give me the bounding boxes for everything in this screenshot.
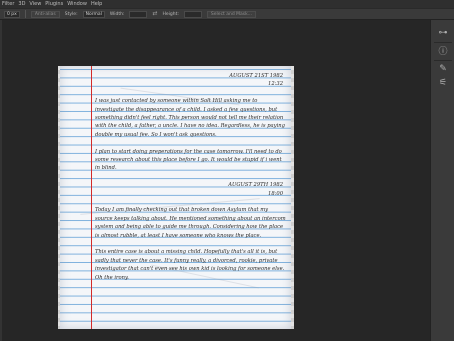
entry1-date: AUGUST 21ST 1982 (229, 73, 283, 79)
height-input[interactable] (183, 10, 202, 18)
entry2-paragraph1: Today I am finally checking out that bro… (95, 207, 286, 239)
panel-divider (434, 60, 452, 61)
style-select[interactable]: Normal (82, 10, 105, 18)
entry1-paragraph1: I was just contacted by someone within S… (95, 98, 285, 138)
menu-3d[interactable]: 3D (18, 0, 25, 8)
document-canvas[interactable]: AUGUST 21ST 1982 12:32 I was just contac… (58, 66, 294, 329)
swap-icon[interactable]: ⇄ (152, 10, 157, 18)
handwritten-note: AUGUST 21ST 1982 12:32 I was just contac… (95, 72, 287, 282)
entry2-date: AUGUST 29TH 1982 (228, 182, 283, 189)
entry2-time: 18:00 (268, 190, 283, 197)
entry1-time: 12:32 (268, 81, 283, 88)
options-bar: 0 px Anti-alias Style: Normal Width: ⇄ H… (0, 8, 454, 20)
feather-field[interactable]: 0 px (4, 10, 20, 18)
tools-panel-edge (0, 20, 2, 341)
right-panel-strip: ⊶ ⓘ ✎ ⚟ (430, 20, 454, 341)
panel-divider (434, 42, 452, 43)
menu-bar: Filter 3D View Plugins Window Help (0, 0, 454, 8)
options-divider (24, 10, 26, 18)
red-margin-line (91, 66, 92, 329)
menu-view[interactable]: View (29, 0, 41, 8)
menu-filter[interactable]: Filter (2, 0, 14, 8)
width-input[interactable] (129, 10, 148, 18)
height-label: Height: (162, 11, 179, 17)
adjustments-icon[interactable]: ⊶ (437, 28, 449, 38)
brush-settings-icon[interactable]: ⚟ (437, 78, 449, 88)
anti-alias-checkbox[interactable]: Anti-alias (30, 10, 60, 18)
entry2-paragraph2: This entire case is about a missing chil… (95, 249, 285, 281)
menu-plugins[interactable]: Plugins (45, 0, 63, 8)
menu-help[interactable]: Help (91, 0, 102, 8)
pen-tool-icon[interactable]: ✎ (437, 64, 449, 74)
entry1-paragraph2: I plan to start doing preperations for t… (95, 148, 282, 172)
menu-window[interactable]: Window (67, 0, 87, 8)
lined-paper-image: AUGUST 21ST 1982 12:32 I was just contac… (60, 66, 291, 329)
style-label: Style: (64, 11, 78, 17)
width-label: Width: (109, 11, 125, 17)
info-icon[interactable]: ⓘ (437, 47, 449, 57)
select-and-mask-button[interactable]: Select and Mask... (206, 10, 257, 18)
